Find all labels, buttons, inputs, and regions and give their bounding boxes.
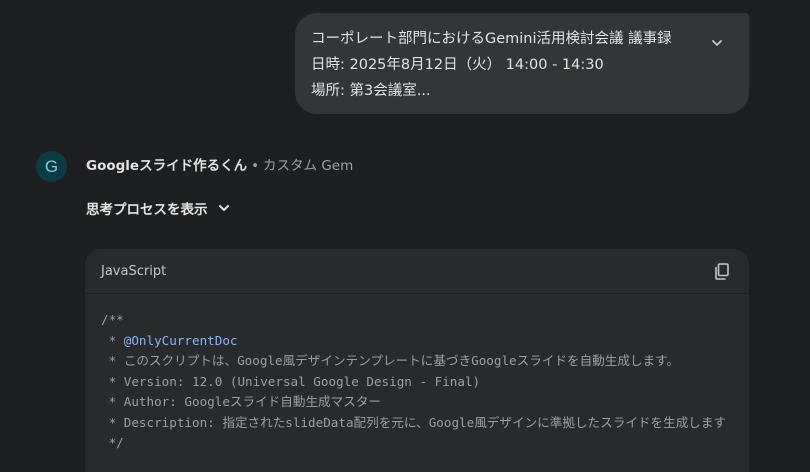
chevron-down-icon <box>217 201 231 215</box>
code-comment-prefix: * <box>101 332 124 348</box>
show-thinking-label: 思考プロセスを表示 <box>86 202 208 218</box>
code-line: * @OnlyCurrentDoc <box>101 331 749 352</box>
code-line: * Author: Googleスライド自動生成マスター <box>101 394 382 409</box>
user-message-line-3: 場所: 第3会議室... <box>311 83 431 99</box>
code-doc-tag: @OnlyCurrentDoc <box>123 332 238 348</box>
code-language-label: JavaScript <box>101 263 167 279</box>
code-content[interactable]: /** * @OnlyCurrentDoc * このスクリプトは、Google風… <box>85 294 749 454</box>
user-message-line-1: コーポレート部門におけるGemini活用検討会議 議事録 <box>311 31 672 47</box>
code-block-header: JavaScript <box>85 249 749 294</box>
code-line: * このスクリプトは、Google風デザインテンプレートに基づきGoogleスラ… <box>101 353 680 368</box>
copy-icon <box>715 262 729 280</box>
copy-code-button[interactable] <box>712 261 732 281</box>
user-message-bubble[interactable]: コーポレート部門におけるGemini活用検討会議 議事録 日時: 2025年8月… <box>295 13 749 114</box>
code-line: * Description: 指定されたslideData配列を元に、Googl… <box>101 414 727 430</box>
code-line: /** <box>101 312 124 327</box>
chat-page: コーポレート部門におけるGemini活用検討会議 議事録 日時: 2025年8月… <box>0 0 810 472</box>
user-message-line-2: 日時: 2025年8月12日（火） 14:00 - 14:30 <box>311 57 604 73</box>
code-line: * Version: 12.0 (Universal Google Design… <box>101 373 481 389</box>
chevron-down-icon <box>712 40 722 46</box>
expand-message-button[interactable] <box>707 33 727 53</box>
code-block: JavaScript /** * @OnlyCurrentDoc * このスクリ… <box>85 249 749 472</box>
gem-avatar-letter: G <box>44 156 59 176</box>
gem-name-row: Googleスライド作るくん • カスタム Gem <box>86 157 353 175</box>
gem-name[interactable]: Googleスライド作るくん <box>86 158 247 174</box>
gem-avatar: G <box>36 151 67 182</box>
gem-type-label: カスタム Gem <box>263 158 354 174</box>
show-thinking-button[interactable]: 思考プロセスを表示 <box>86 198 231 218</box>
gem-name-separator: • <box>251 158 260 174</box>
code-line: */ <box>101 435 124 450</box>
